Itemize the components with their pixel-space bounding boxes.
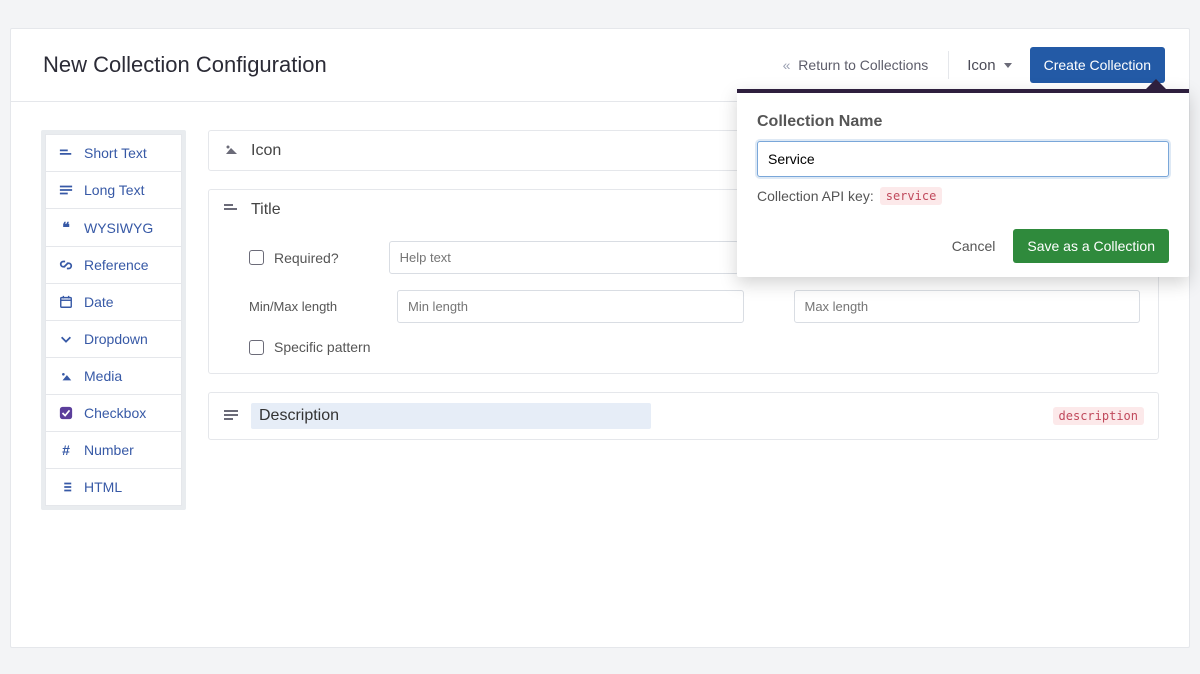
field-label: Icon (251, 142, 281, 160)
header-actions: « Return to Collections Icon Create Coll… (777, 47, 1165, 83)
cancel-button[interactable]: Cancel (952, 238, 996, 254)
help-text-input[interactable] (389, 241, 740, 274)
chevron-down-icon (58, 332, 74, 346)
pattern-label-text: Specific pattern (274, 339, 371, 355)
long-text-icon (223, 407, 239, 426)
field-label-wrap (251, 403, 651, 429)
list-icon (58, 480, 74, 494)
popover-actions: Cancel Save as a Collection (757, 229, 1169, 263)
quotes-icon: ❝ (58, 219, 74, 236)
sidebar-item-number[interactable]: # Number (45, 431, 182, 469)
sidebar-item-html[interactable]: HTML (45, 468, 182, 506)
sidebar-item-media[interactable]: Media (45, 357, 182, 395)
calendar-icon (58, 295, 74, 309)
save-collection-popover: Collection Name Collection API key: serv… (737, 89, 1189, 277)
short-text-icon (58, 146, 74, 160)
required-checkbox-label[interactable]: Required? (249, 250, 339, 266)
required-label-text: Required? (274, 250, 339, 266)
sidebar-item-wysiwyg[interactable]: ❝ WYSIWYG (45, 208, 182, 247)
sidebar-item-label: Number (84, 442, 134, 458)
api-key-label: Collection API key: (757, 188, 874, 204)
chevron-down-icon (1004, 63, 1012, 68)
sidebar-item-label: Reference (84, 257, 149, 273)
sidebar-item-long-text[interactable]: Long Text (45, 171, 182, 209)
min-max-label: Min/Max length (249, 299, 379, 314)
return-label: Return to Collections (798, 57, 928, 73)
page: New Collection Configuration « Return to… (10, 28, 1190, 648)
hash-icon: # (58, 442, 74, 458)
api-key-value: service (880, 187, 943, 205)
popover-heading: Collection Name (757, 113, 1169, 131)
sidebar-item-dropdown[interactable]: Dropdown (45, 320, 182, 358)
field-type-sidebar: Short Text Long Text ❝ WYSIWYG Reference… (41, 130, 186, 510)
sidebar-item-label: WYSIWYG (84, 220, 153, 236)
sidebar-item-label: Long Text (84, 182, 144, 198)
sidebar-item-label: Dropdown (84, 331, 148, 347)
sidebar-item-date[interactable]: Date (45, 283, 182, 321)
field-label-input[interactable] (251, 403, 651, 429)
save-as-collection-button[interactable]: Save as a Collection (1013, 229, 1169, 263)
short-text-icon (223, 200, 239, 219)
sidebar-item-label: Media (84, 368, 122, 384)
sidebar-item-reference[interactable]: Reference (45, 246, 182, 284)
page-title: New Collection Configuration (43, 52, 327, 78)
chevron-left-icon: « (783, 57, 791, 73)
image-icon (58, 369, 74, 383)
sidebar-item-label: Checkbox (84, 405, 146, 421)
specific-pattern-checkbox-label[interactable]: Specific pattern (249, 339, 371, 355)
specific-pattern-checkbox[interactable] (249, 340, 264, 355)
field-card-description: description (208, 392, 1159, 440)
image-icon (223, 141, 239, 160)
collection-api-key-line: Collection API key: service (757, 187, 1169, 205)
icon-dropdown[interactable]: Icon (963, 51, 1015, 80)
sidebar-item-label: Date (84, 294, 114, 310)
field-head[interactable]: description (209, 393, 1158, 439)
checkbox-icon (58, 406, 74, 420)
link-icon (58, 258, 74, 272)
min-length-input[interactable] (397, 290, 744, 323)
create-collection-button[interactable]: Create Collection (1030, 47, 1165, 83)
return-to-collections-link[interactable]: « Return to Collections (777, 57, 935, 73)
field-api-key: description (1053, 407, 1144, 425)
sidebar-item-short-text[interactable]: Short Text (45, 134, 182, 172)
max-length-input[interactable] (794, 290, 1141, 323)
field-label: Title (251, 201, 281, 219)
required-checkbox[interactable] (249, 250, 264, 265)
icon-dropdown-label: Icon (967, 57, 995, 74)
long-text-icon (58, 183, 74, 197)
sidebar-item-label: Short Text (84, 145, 147, 161)
sidebar-item-checkbox[interactable]: Checkbox (45, 394, 182, 432)
divider (948, 51, 949, 79)
collection-name-input[interactable] (757, 141, 1169, 177)
sidebar-item-label: HTML (84, 479, 122, 495)
